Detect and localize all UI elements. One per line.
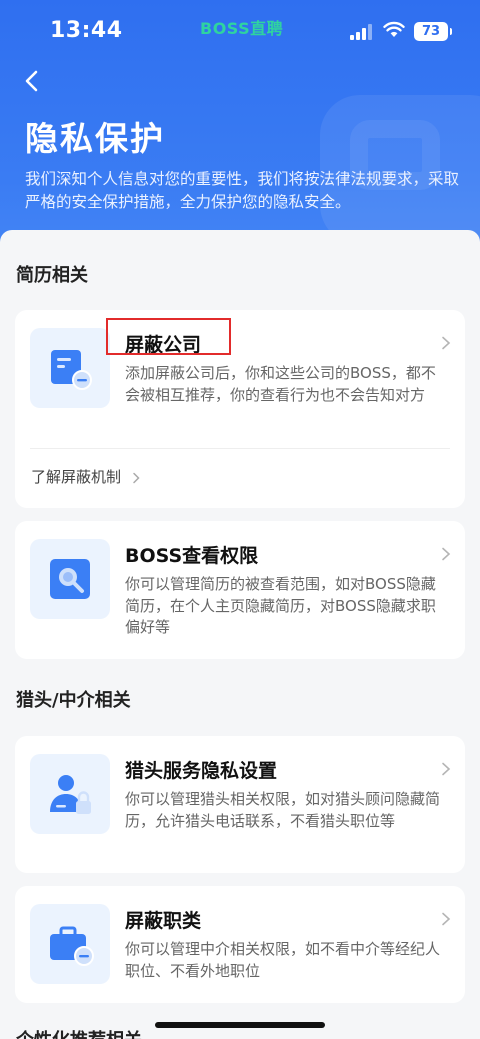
home-indicator[interactable] bbox=[155, 1022, 325, 1028]
briefcase-block-icon bbox=[50, 926, 94, 966]
annotation-highlight-box bbox=[106, 318, 231, 355]
chevron-right-icon bbox=[442, 762, 451, 776]
card-title: BOSS查看权限 bbox=[125, 545, 259, 567]
section-title-resume: 简历相关 bbox=[16, 265, 88, 286]
status-time: 13:44 bbox=[50, 18, 123, 43]
tile-block-company bbox=[30, 328, 110, 408]
card-headhunter-privacy[interactable]: 猎头服务隐私设置 你可以管理猎头相关权限，如对猎头顾问隐藏简历，允许猎头电话联系… bbox=[15, 736, 465, 873]
wifi-icon bbox=[383, 21, 405, 37]
chevron-right-icon bbox=[133, 472, 140, 483]
card-block-job-category[interactable]: 屏蔽职类 你可以管理中介相关权限，如不看中介等经纪人职位、不看外地职位 bbox=[15, 886, 465, 1003]
page-description: 我们深知个人信息对您的重要性，我们将按法律法规要求，采取严格的安全保护措施，全力… bbox=[25, 170, 460, 211]
card-boss-view-permission[interactable]: BOSS查看权限 你可以管理简历的被查看范围，如对BOSS隐藏简历，在个人主页隐… bbox=[15, 521, 465, 659]
battery-indicator: 73 bbox=[414, 22, 452, 41]
search-view-icon bbox=[50, 559, 90, 599]
tile-headhunter bbox=[30, 754, 110, 834]
page-title: 隐私保护 bbox=[25, 119, 165, 158]
card-title: 猎头服务隐私设置 bbox=[125, 760, 278, 782]
card-description: 你可以管理简历的被查看范围，如对BOSS隐藏简历，在个人主页隐藏简历，对BOSS… bbox=[125, 575, 436, 636]
shield-company-icon bbox=[51, 350, 92, 390]
section-title-personalized: 个性化推荐相关 bbox=[16, 1026, 142, 1039]
card-block-company[interactable]: 屏蔽公司 添加屏蔽公司后，你和这些公司的BOSS，都不会被相互推荐，你的查看行为… bbox=[15, 310, 465, 508]
card-description: 你可以管理猎头相关权限，如对猎头顾问隐藏简历，允许猎头电话联系，不看猎头职位等 bbox=[125, 790, 441, 830]
signal-icon bbox=[350, 24, 374, 40]
user-lock-icon bbox=[50, 775, 91, 814]
chevron-right-icon bbox=[442, 912, 451, 926]
divider bbox=[30, 448, 450, 449]
status-bar: 13:44 BOSS直聘 73 bbox=[0, 0, 480, 62]
card-description: 添加屏蔽公司后，你和这些公司的BOSS，都不会被相互推荐，你的查看行为也不会告知… bbox=[125, 364, 436, 404]
chevron-right-icon bbox=[442, 336, 451, 350]
chevron-right-icon bbox=[442, 547, 451, 561]
status-carrier: BOSS直聘 bbox=[200, 19, 284, 38]
link-label: 了解屏蔽机制 bbox=[31, 468, 122, 486]
section-title-headhunter: 猎头/中介相关 bbox=[16, 690, 131, 711]
card-title: 屏蔽职类 bbox=[125, 910, 202, 932]
tile-job-category bbox=[30, 904, 110, 984]
learn-block-mechanism-link[interactable]: 了解屏蔽机制 bbox=[31, 466, 140, 487]
tile-boss-view bbox=[30, 539, 110, 619]
card-description: 你可以管理中介相关权限，如不看中介等经纪人职位、不看外地职位 bbox=[125, 940, 441, 980]
back-arrow-icon[interactable] bbox=[20, 66, 46, 96]
